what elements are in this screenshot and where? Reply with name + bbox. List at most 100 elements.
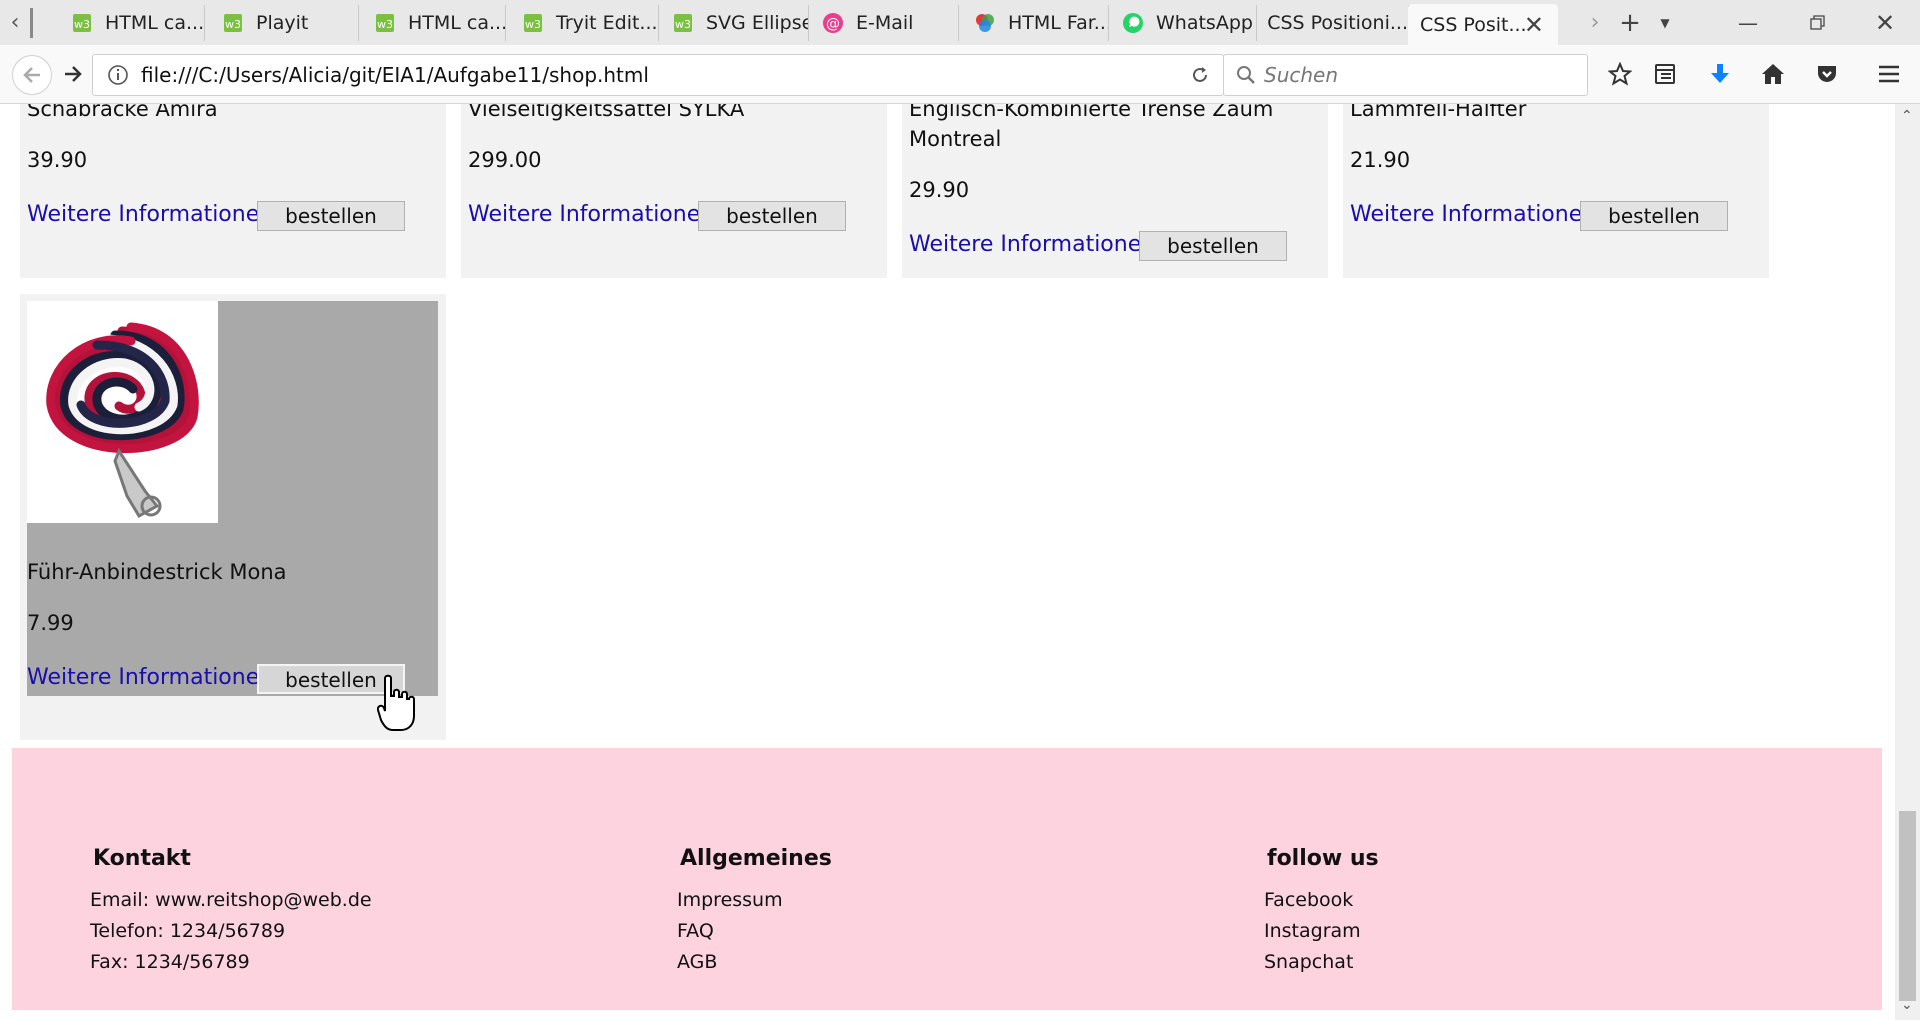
- bookmark-star-button[interactable]: [1605, 59, 1635, 89]
- tab-title: HTML Far...: [1008, 12, 1109, 34]
- chevron-left-icon: ‹: [10, 10, 20, 35]
- tab-scroll-right-button[interactable]: ›: [1580, 0, 1610, 45]
- svg-text:@: @: [826, 16, 840, 32]
- footer-heading: Allgemeines: [680, 846, 832, 871]
- close-icon: ✕: [1874, 8, 1896, 37]
- restore-window-button[interactable]: [1795, 0, 1841, 45]
- footer-fax: Fax: 1234/56789: [90, 951, 250, 973]
- scroll-down-arrow-icon[interactable]: ⌄: [1901, 997, 1913, 1013]
- more-info-link[interactable]: Weitere Informationen: [909, 232, 1155, 257]
- close-tab-icon[interactable]: ✕: [1524, 11, 1544, 39]
- tab-svg-ellipse[interactable]: w3 SVG Ellipse: [658, 5, 809, 41]
- footer-email: Email: www.reitshop@web.de: [90, 889, 372, 911]
- close-window-button[interactable]: ✕: [1862, 0, 1908, 45]
- product-price: 29.90: [909, 178, 970, 202]
- tab-title: HTML ca...: [408, 12, 506, 34]
- reload-icon[interactable]: [1189, 64, 1211, 90]
- more-info-link[interactable]: Weitere Informationen: [27, 665, 273, 690]
- scroll-up-arrow-icon[interactable]: ⌃: [1901, 108, 1913, 124]
- product-price: 21.90: [1350, 148, 1411, 172]
- scrollbar-thumb[interactable]: [1899, 811, 1916, 1001]
- pocket-icon: [1818, 66, 1836, 82]
- email-at-icon: @: [822, 12, 844, 34]
- tab-title: CSS Positioni...: [1267, 12, 1408, 34]
- more-info-link[interactable]: Weitere Informationen: [27, 202, 273, 227]
- navigation-toolbar: file:///C:/Users/Alicia/git/EIA1/Aufgabe…: [0, 45, 1920, 104]
- order-button[interactable]: bestellen: [257, 201, 405, 231]
- downloads-button[interactable]: [1705, 59, 1735, 89]
- download-arrow-icon: [1711, 64, 1729, 83]
- hand-pointer-cursor-icon: [377, 674, 415, 731]
- caret-down-icon: ▼: [1660, 15, 1670, 30]
- tab-playit[interactable]: w3 Playit: [208, 5, 359, 41]
- product-image-lead-rope: [27, 301, 218, 523]
- w3schools-icon: w3: [522, 12, 544, 34]
- tab-title: WhatsApp: [1156, 12, 1253, 34]
- more-info-link[interactable]: Weitere Informationen: [1350, 202, 1596, 227]
- vertical-scrollbar[interactable]: ⌃ ⌄: [1895, 104, 1920, 1020]
- footer-column-follow-us: follow us Facebook Instagram Snapchat: [1264, 846, 1379, 978]
- minimize-window-button[interactable]: —: [1725, 0, 1771, 45]
- product-name: Schabracke Amira: [27, 104, 218, 121]
- url-text: file:///C:/Users/Alicia/git/EIA1/Aufgabe…: [141, 63, 649, 87]
- tab-css-position-active[interactable]: CSS Posit... ✕: [1408, 4, 1558, 45]
- tab-whatsapp[interactable]: WhatsApp: [1108, 5, 1257, 41]
- w3schools-icon: w3: [374, 12, 396, 34]
- library-list-icon: [1655, 64, 1675, 84]
- footer-heading: follow us: [1267, 846, 1379, 871]
- tab-title: SVG Ellipse: [706, 12, 809, 34]
- footer-link-facebook[interactable]: Facebook: [1264, 885, 1376, 916]
- footer-link-snapchat[interactable]: Snapchat: [1264, 947, 1376, 978]
- menu-button[interactable]: [1874, 59, 1904, 89]
- whatsapp-icon: [1122, 12, 1144, 34]
- tab-list-button[interactable]: ▼: [1650, 0, 1680, 45]
- footer: Kontakt Email: www.reitshop@web.de Telef…: [12, 748, 1882, 1010]
- product-price: 7.99: [27, 611, 74, 635]
- tab-title: HTML ca...: [105, 12, 205, 34]
- footer-link-faq[interactable]: FAQ: [677, 916, 829, 947]
- product-name: Führ-Anbindestrick Mona: [27, 560, 287, 584]
- forward-button[interactable]: [58, 59, 88, 89]
- tab-html-farben[interactable]: HTML Far...: [960, 5, 1109, 41]
- product-price: 299.00: [468, 148, 542, 172]
- home-icon: [1762, 64, 1784, 84]
- product-name: Lammfell-Halfter: [1350, 104, 1527, 121]
- footer-heading: Kontakt: [93, 846, 191, 871]
- library-button[interactable]: [1650, 59, 1680, 89]
- tab-scroll-left-button[interactable]: ‹: [0, 0, 30, 45]
- product-card: Englisch-Kombinierte Trense Zaum Montrea…: [902, 104, 1328, 278]
- footer-link-agb[interactable]: AGB: [677, 947, 829, 978]
- tab-html-canvas-2[interactable]: w3 HTML ca...: [360, 5, 506, 41]
- order-button[interactable]: bestellen: [698, 201, 846, 231]
- order-button[interactable]: bestellen: [1139, 231, 1287, 261]
- tab-title: Tryit Edit...: [556, 12, 658, 34]
- tab-email[interactable]: @ E-Mail: [808, 5, 959, 41]
- order-button[interactable]: bestellen: [1580, 201, 1728, 231]
- tab-html-canvas-1[interactable]: w3 HTML ca...: [57, 5, 205, 41]
- search-input[interactable]: Suchen: [1223, 54, 1588, 96]
- tab-tryit-editor[interactable]: w3 Tryit Edit...: [508, 5, 659, 41]
- tab-title: E-Mail: [856, 12, 914, 34]
- footer-column-allgemeines: Allgemeines Impressum FAQ AGB: [677, 846, 832, 978]
- minimize-icon: —: [1738, 10, 1758, 35]
- w3schools-icon: w3: [222, 12, 244, 34]
- star-icon: [1608, 62, 1632, 86]
- arrow-right-icon: [65, 66, 82, 82]
- search-placeholder: Suchen: [1264, 63, 1339, 87]
- arrow-left-icon: [23, 67, 40, 83]
- restore-icon: [1810, 14, 1825, 30]
- svg-text:w3: w3: [377, 18, 393, 31]
- footer-link-instagram[interactable]: Instagram: [1264, 916, 1376, 947]
- tab-title: CSS Posit...: [1420, 13, 1527, 36]
- info-icon[interactable]: [107, 64, 129, 90]
- back-button[interactable]: [12, 55, 52, 95]
- pocket-button[interactable]: [1812, 59, 1842, 89]
- tab-css-positioning[interactable]: CSS Positioni...: [1258, 5, 1409, 41]
- more-info-link[interactable]: Weitere Informationen: [468, 202, 714, 227]
- new-tab-button[interactable]: +: [1615, 0, 1645, 45]
- product-card: Schabracke Amira 39.90 Weitere Informati…: [20, 104, 446, 278]
- home-button[interactable]: [1758, 59, 1788, 89]
- footer-link-impressum[interactable]: Impressum: [677, 885, 829, 916]
- chevron-right-icon: ›: [1590, 10, 1600, 35]
- address-bar[interactable]: file:///C:/Users/Alicia/git/EIA1/Aufgabe…: [92, 54, 1224, 96]
